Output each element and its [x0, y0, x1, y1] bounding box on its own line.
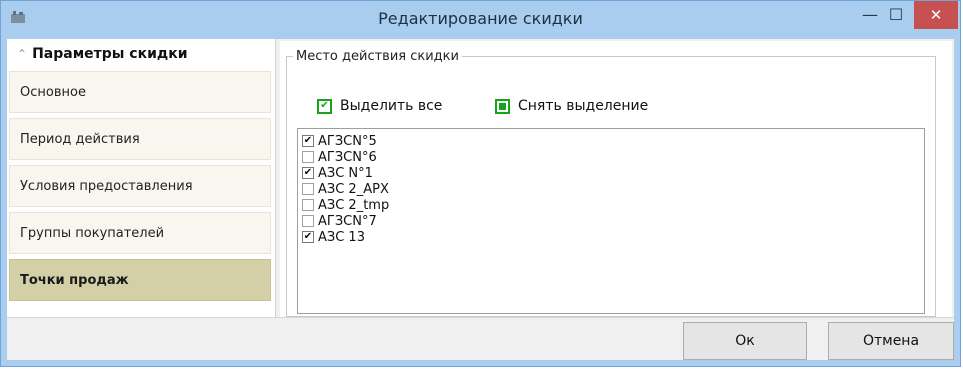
- filled-square-icon: [495, 98, 510, 114]
- deselect-all-label: Снять выделение: [518, 98, 649, 114]
- list-item-label: АГЗСN°6: [318, 149, 377, 165]
- list-item-label: АЗС 2_АРХ: [318, 181, 389, 197]
- list-item[interactable]: АЗС 2_tmp: [298, 197, 924, 213]
- dialog-body: ⌃ Параметры скидки Основное Период дейст…: [7, 39, 954, 360]
- chevron-double-up-icon: ⌃: [17, 47, 28, 61]
- ok-button[interactable]: Ок: [683, 322, 807, 360]
- checkbox-checked[interactable]: ✔: [302, 231, 314, 243]
- list-item[interactable]: ✔ АЗС N°1: [298, 165, 924, 181]
- maximize-button[interactable]: ☐: [883, 1, 909, 27]
- footer-divider: [7, 317, 954, 318]
- close-button[interactable]: ✕: [914, 1, 958, 29]
- list-item[interactable]: ✔ АГЗСN°5: [298, 133, 924, 149]
- sidebar-item-sales-points[interactable]: Точки продаж: [9, 259, 271, 301]
- minimize-icon: —: [862, 4, 878, 24]
- checkbox-checked[interactable]: ✔: [302, 135, 314, 147]
- list-item[interactable]: ✔ АЗС 13: [298, 229, 924, 245]
- title-bar[interactable]: Редактирование скидки — ☐ ✕: [1, 1, 960, 37]
- sidebar-item-customer-groups[interactable]: Группы покупателей: [9, 212, 271, 254]
- select-all-label: Выделить все: [340, 98, 443, 114]
- list-item-label: АГЗСN°7: [318, 213, 377, 229]
- location-group: Место действия скидки ✔ Выделить все Сня…: [286, 49, 936, 317]
- sales-points-list[interactable]: ✔ АГЗСN°5 АГЗСN°6 ✔ АЗС N°1 АЗС 2_АРХ АЗ…: [297, 128, 925, 314]
- discount-edit-window: Редактирование скидки — ☐ ✕ ⌃ Параметры …: [0, 0, 961, 367]
- list-item-label: АЗС 2_tmp: [318, 197, 390, 213]
- maximize-icon: ☐: [888, 4, 904, 24]
- group-title: Место действия скидки: [296, 49, 459, 64]
- check-square-icon: ✔: [317, 98, 332, 114]
- sidebar-header[interactable]: ⌃ Параметры скидки: [7, 39, 275, 69]
- list-item-label: АЗС 13: [318, 229, 365, 245]
- sidebar: ⌃ Параметры скидки Основное Период дейст…: [7, 39, 276, 317]
- list-item[interactable]: АЗС 2_АРХ: [298, 181, 924, 197]
- content-panel: Место действия скидки ✔ Выделить все Сня…: [280, 41, 952, 317]
- checkbox-checked[interactable]: ✔: [302, 167, 314, 179]
- deselect-all-button[interactable]: Снять выделение: [495, 98, 648, 114]
- sidebar-item-label: Основное: [20, 84, 86, 100]
- minimize-button[interactable]: —: [857, 1, 883, 27]
- list-item-label: АЗС N°1: [318, 165, 373, 181]
- sidebar-item-label: Точки продаж: [20, 272, 129, 288]
- close-icon: ✕: [929, 6, 943, 24]
- cancel-label: Отмена: [862, 333, 920, 349]
- sidebar-item-period[interactable]: Период действия: [9, 118, 271, 160]
- select-all-button[interactable]: ✔ Выделить все: [317, 98, 442, 114]
- window-title: Редактирование скидки: [378, 9, 583, 28]
- list-item-label: АГЗСN°5: [318, 133, 377, 149]
- sidebar-item-basic[interactable]: Основное: [9, 71, 271, 113]
- cancel-button[interactable]: Отмена: [828, 322, 954, 360]
- checkbox[interactable]: [302, 199, 314, 211]
- ok-label: Ок: [735, 333, 755, 349]
- sidebar-item-label: Период действия: [20, 131, 140, 147]
- list-item[interactable]: АГЗСN°6: [298, 149, 924, 165]
- checkbox[interactable]: [302, 151, 314, 163]
- sidebar-item-label: Группы покупателей: [20, 225, 165, 241]
- sidebar-item-label: Условия предоставления: [20, 178, 193, 194]
- checkbox[interactable]: [302, 183, 314, 195]
- checkbox[interactable]: [302, 215, 314, 227]
- list-item[interactable]: АГЗСN°7: [298, 213, 924, 229]
- sidebar-header-label: Параметры скидки: [32, 46, 188, 62]
- sidebar-item-conditions[interactable]: Условия предоставления: [9, 165, 271, 207]
